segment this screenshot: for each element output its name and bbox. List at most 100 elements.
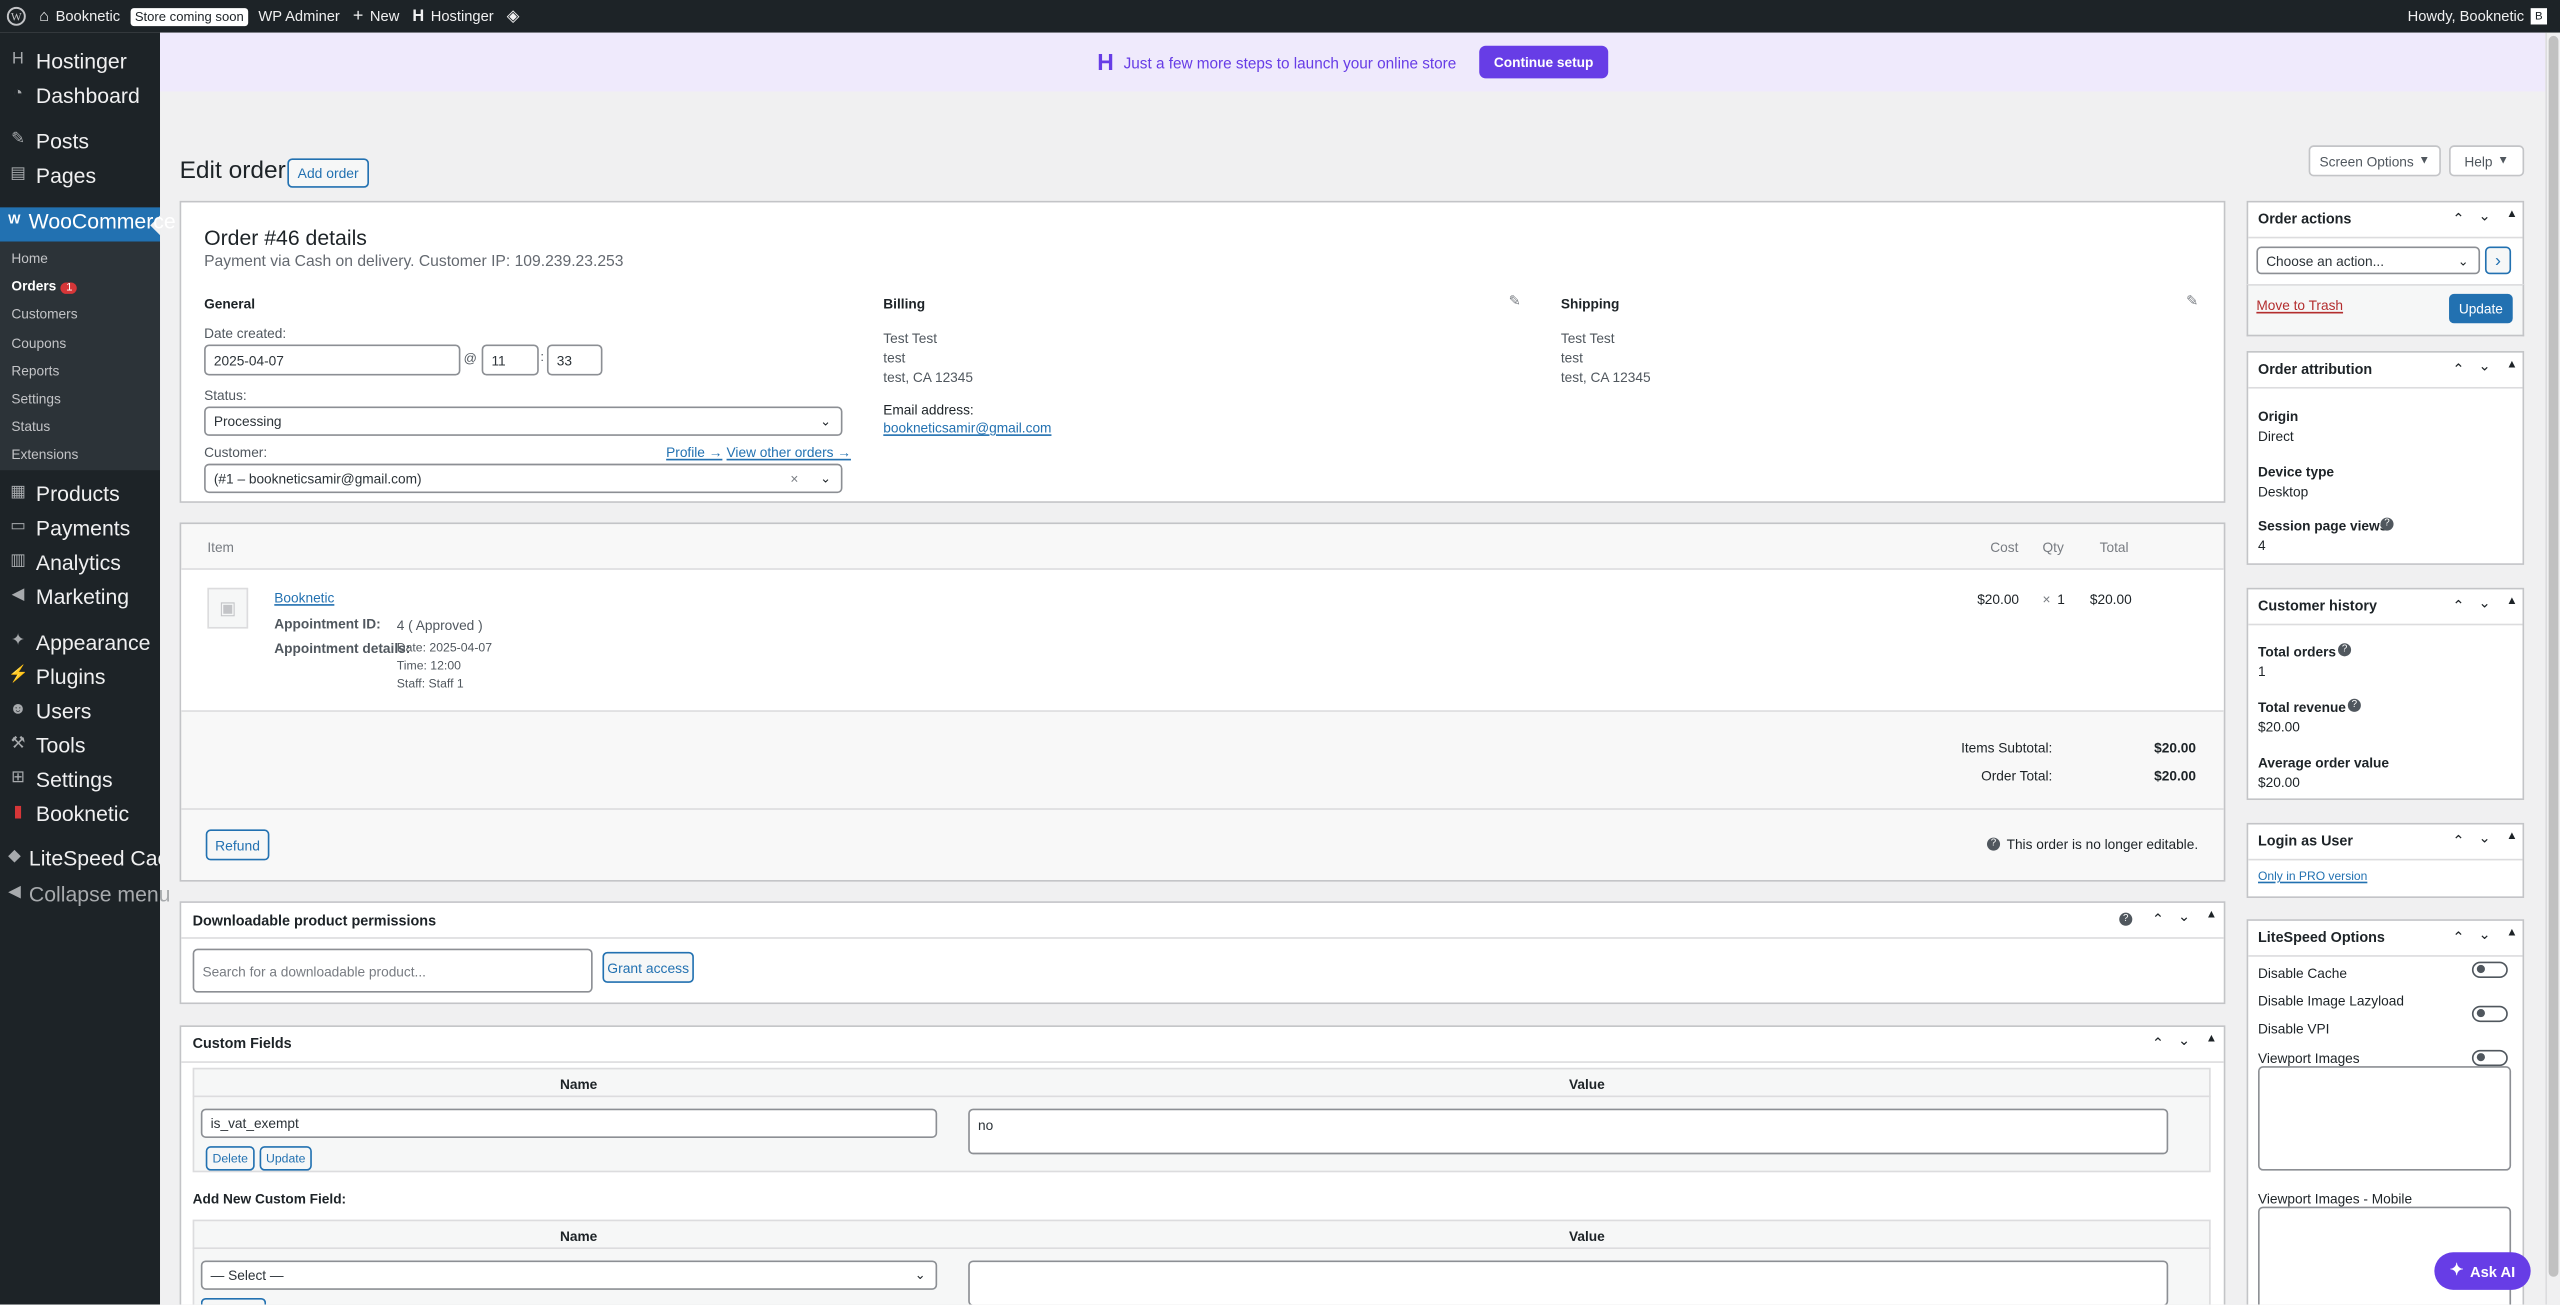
toggle-panel-icon[interactable]: ▲ xyxy=(2206,909,2217,920)
help-icon[interactable]: ? xyxy=(2338,643,2352,657)
submenu-reports[interactable]: Reports xyxy=(11,362,59,378)
sidebar-item-posts[interactable]: ✎ Posts xyxy=(0,126,160,155)
minute-input[interactable]: 33 xyxy=(546,344,603,376)
sidebar-item-litespeed[interactable]: ◆ LiteSpeed Cache xyxy=(0,842,192,871)
move-down-icon[interactable]: ⌄ xyxy=(2478,358,2490,376)
billing-email-link[interactable]: bookneticsamir@gmail.com xyxy=(883,420,1051,436)
customer-profile-link[interactable]: Profile → xyxy=(666,444,722,460)
move-up-icon[interactable]: ⌃ xyxy=(2452,833,2464,851)
edit-billing-pencil-icon[interactable]: ✎ xyxy=(1509,292,1521,310)
sidebar-item-users[interactable]: ☻ Users xyxy=(0,696,160,725)
new-content-link[interactable]: + New xyxy=(346,0,406,33)
caret-down-icon: ▼ xyxy=(2497,155,2509,167)
edit-shipping-pencil-icon[interactable]: ✎ xyxy=(2186,292,2198,310)
move-down-icon[interactable]: ⌄ xyxy=(2178,1032,2190,1050)
help-button[interactable]: Help ▼ xyxy=(2449,145,2525,177)
help-icon[interactable]: ? xyxy=(2347,698,2361,712)
store-status-badge[interactable]: Store coming soon xyxy=(129,7,249,26)
grant-access-button[interactable]: Grant access xyxy=(602,951,694,983)
move-down-icon[interactable]: ⌄ xyxy=(2478,829,2490,847)
move-up-icon[interactable]: ⌃ xyxy=(2452,211,2464,229)
date-created-input[interactable]: 2025-04-07 xyxy=(204,344,461,376)
submenu-orders[interactable]: Orders 1 xyxy=(11,278,78,294)
toggle-panel-icon[interactable]: ▲ xyxy=(2506,209,2517,220)
scrollbar-thumb[interactable] xyxy=(2548,35,2559,1277)
sidebar-item-appearance[interactable]: ✦ Appearance xyxy=(0,627,160,656)
sidebar-item-payments[interactable]: ▭ Payments xyxy=(0,513,160,542)
move-up-icon[interactable]: ⌃ xyxy=(2452,929,2464,947)
sidebar-item-booknetic[interactable]: ▮ Booknetic xyxy=(0,798,160,827)
meta-key-select[interactable]: — Select — ⌄ xyxy=(200,1260,938,1290)
meta-value-textarea[interactable]: no xyxy=(968,1108,2169,1155)
pro-version-link[interactable]: Only in PRO version xyxy=(2258,869,2367,884)
sidebar-item-settings[interactable]: ⊞ Settings xyxy=(0,764,160,793)
update-meta-button[interactable]: Update xyxy=(259,1146,312,1171)
move-up-icon[interactable]: ⌃ xyxy=(2152,1035,2164,1053)
move-to-trash-link[interactable]: Move to Trash xyxy=(2256,297,2343,313)
toggle-panel-icon[interactable]: ▲ xyxy=(2206,1033,2217,1044)
product-name-link[interactable]: Booknetic xyxy=(274,589,334,605)
new-meta-value-textarea[interactable] xyxy=(968,1260,2169,1305)
account-menu[interactable]: Howdy, Booknetic B xyxy=(2401,0,2560,33)
viewport-images-textarea[interactable] xyxy=(2258,1066,2512,1171)
sidebar-item-tools[interactable]: ⚒ Tools xyxy=(0,730,160,759)
move-down-icon[interactable]: ⌄ xyxy=(2478,926,2490,944)
apply-action-button[interactable]: › xyxy=(2484,246,2512,275)
toggle-panel-icon[interactable]: ▲ xyxy=(2506,596,2517,607)
payments-icon: ▭ xyxy=(10,517,26,536)
sidebar-item-marketing[interactable]: ◀ Marketing xyxy=(0,581,160,610)
hostinger-link[interactable]: H Hostinger xyxy=(406,0,500,33)
move-down-icon[interactable]: ⌄ xyxy=(2478,594,2490,612)
sidebar-item-pages[interactable]: ▤ Pages xyxy=(0,160,160,189)
diamond-icon[interactable]: ◈ xyxy=(500,0,526,33)
sidebar-item-plugins[interactable]: ⚡ Plugins xyxy=(0,661,160,690)
move-up-icon[interactable]: ⌃ xyxy=(2452,361,2464,379)
order-action-select[interactable]: Choose an action... ⌄ xyxy=(2256,246,2481,275)
submenu-settings[interactable]: Settings xyxy=(11,390,60,406)
continue-setup-button[interactable]: Continue setup xyxy=(1479,45,1609,79)
submenu-coupons[interactable]: Coupons xyxy=(11,335,66,351)
customer-select[interactable]: (#1 – bookneticsamir@gmail.com) × ⌄ xyxy=(204,463,843,494)
add-custom-field-button[interactable] xyxy=(200,1297,267,1305)
toggle-panel-icon[interactable]: ▲ xyxy=(2506,927,2517,938)
submenu-status[interactable]: Status xyxy=(11,418,50,434)
help-icon[interactable]: ? xyxy=(2119,912,2133,926)
submenu-home[interactable]: Home xyxy=(11,250,47,266)
submenu-customers[interactable]: Customers xyxy=(11,305,77,321)
sidebar-item-dashboard[interactable]: ◔ Dashboard xyxy=(0,80,160,109)
page-scrollbar[interactable] xyxy=(2545,32,2560,1305)
sidebar-item-analytics[interactable]: ▥ Analytics xyxy=(0,547,160,576)
screen-options-button[interactable]: Screen Options ▼ xyxy=(2308,145,2441,177)
wordpress-logo-icon[interactable]: W xyxy=(0,0,33,33)
wp-adminer-link[interactable]: WP Adminer xyxy=(252,0,346,33)
clear-icon[interactable]: × xyxy=(790,470,798,486)
hour-input[interactable]: 11 xyxy=(481,344,539,376)
downloadable-product-search[interactable]: Search for a downloadable product... xyxy=(192,948,593,993)
sidebar-item-hostinger[interactable]: H Hostinger xyxy=(0,46,160,75)
ask-ai-button[interactable]: ✦ Ask AI xyxy=(2434,1252,2531,1290)
add-order-button[interactable]: Add order xyxy=(287,158,369,188)
status-select[interactable]: Processing ⌄ xyxy=(204,406,843,436)
delete-meta-button[interactable]: Delete xyxy=(205,1146,255,1171)
help-icon[interactable]: ? xyxy=(2380,517,2394,531)
disable-lazyload-toggle[interactable] xyxy=(2471,1005,2508,1023)
move-down-icon[interactable]: ⌄ xyxy=(2478,207,2490,225)
meta-key-input[interactable]: is_vat_exempt xyxy=(200,1108,938,1138)
view-other-orders-link[interactable]: View other orders → xyxy=(727,444,851,460)
item-cost: $20.00 xyxy=(1977,591,2020,608)
sidebar-item-woocommerce[interactable]: W WooCommerce xyxy=(0,206,176,235)
sidebar-item-products[interactable]: ▦ Products xyxy=(0,478,160,507)
disable-cache-toggle[interactable] xyxy=(2471,961,2508,978)
submenu-extensions[interactable]: Extensions xyxy=(11,446,78,462)
refund-button[interactable]: Refund xyxy=(205,829,270,861)
toggle-panel-icon[interactable]: ▲ xyxy=(2506,831,2517,842)
disable-vpi-toggle[interactable] xyxy=(2471,1049,2508,1067)
move-up-icon[interactable]: ⌃ xyxy=(2152,911,2164,929)
move-down-icon[interactable]: ⌄ xyxy=(2178,908,2190,926)
collapse-menu-button[interactable]: ◀ Collapse menu xyxy=(0,878,170,907)
move-up-icon[interactable]: ⌃ xyxy=(2452,598,2464,616)
toggle-panel-icon[interactable]: ▲ xyxy=(2506,359,2517,370)
caret-down-icon: ▼ xyxy=(2418,155,2430,167)
site-name-link[interactable]: ⌂ Booknetic xyxy=(33,0,127,33)
update-order-button[interactable]: Update xyxy=(2449,293,2513,324)
